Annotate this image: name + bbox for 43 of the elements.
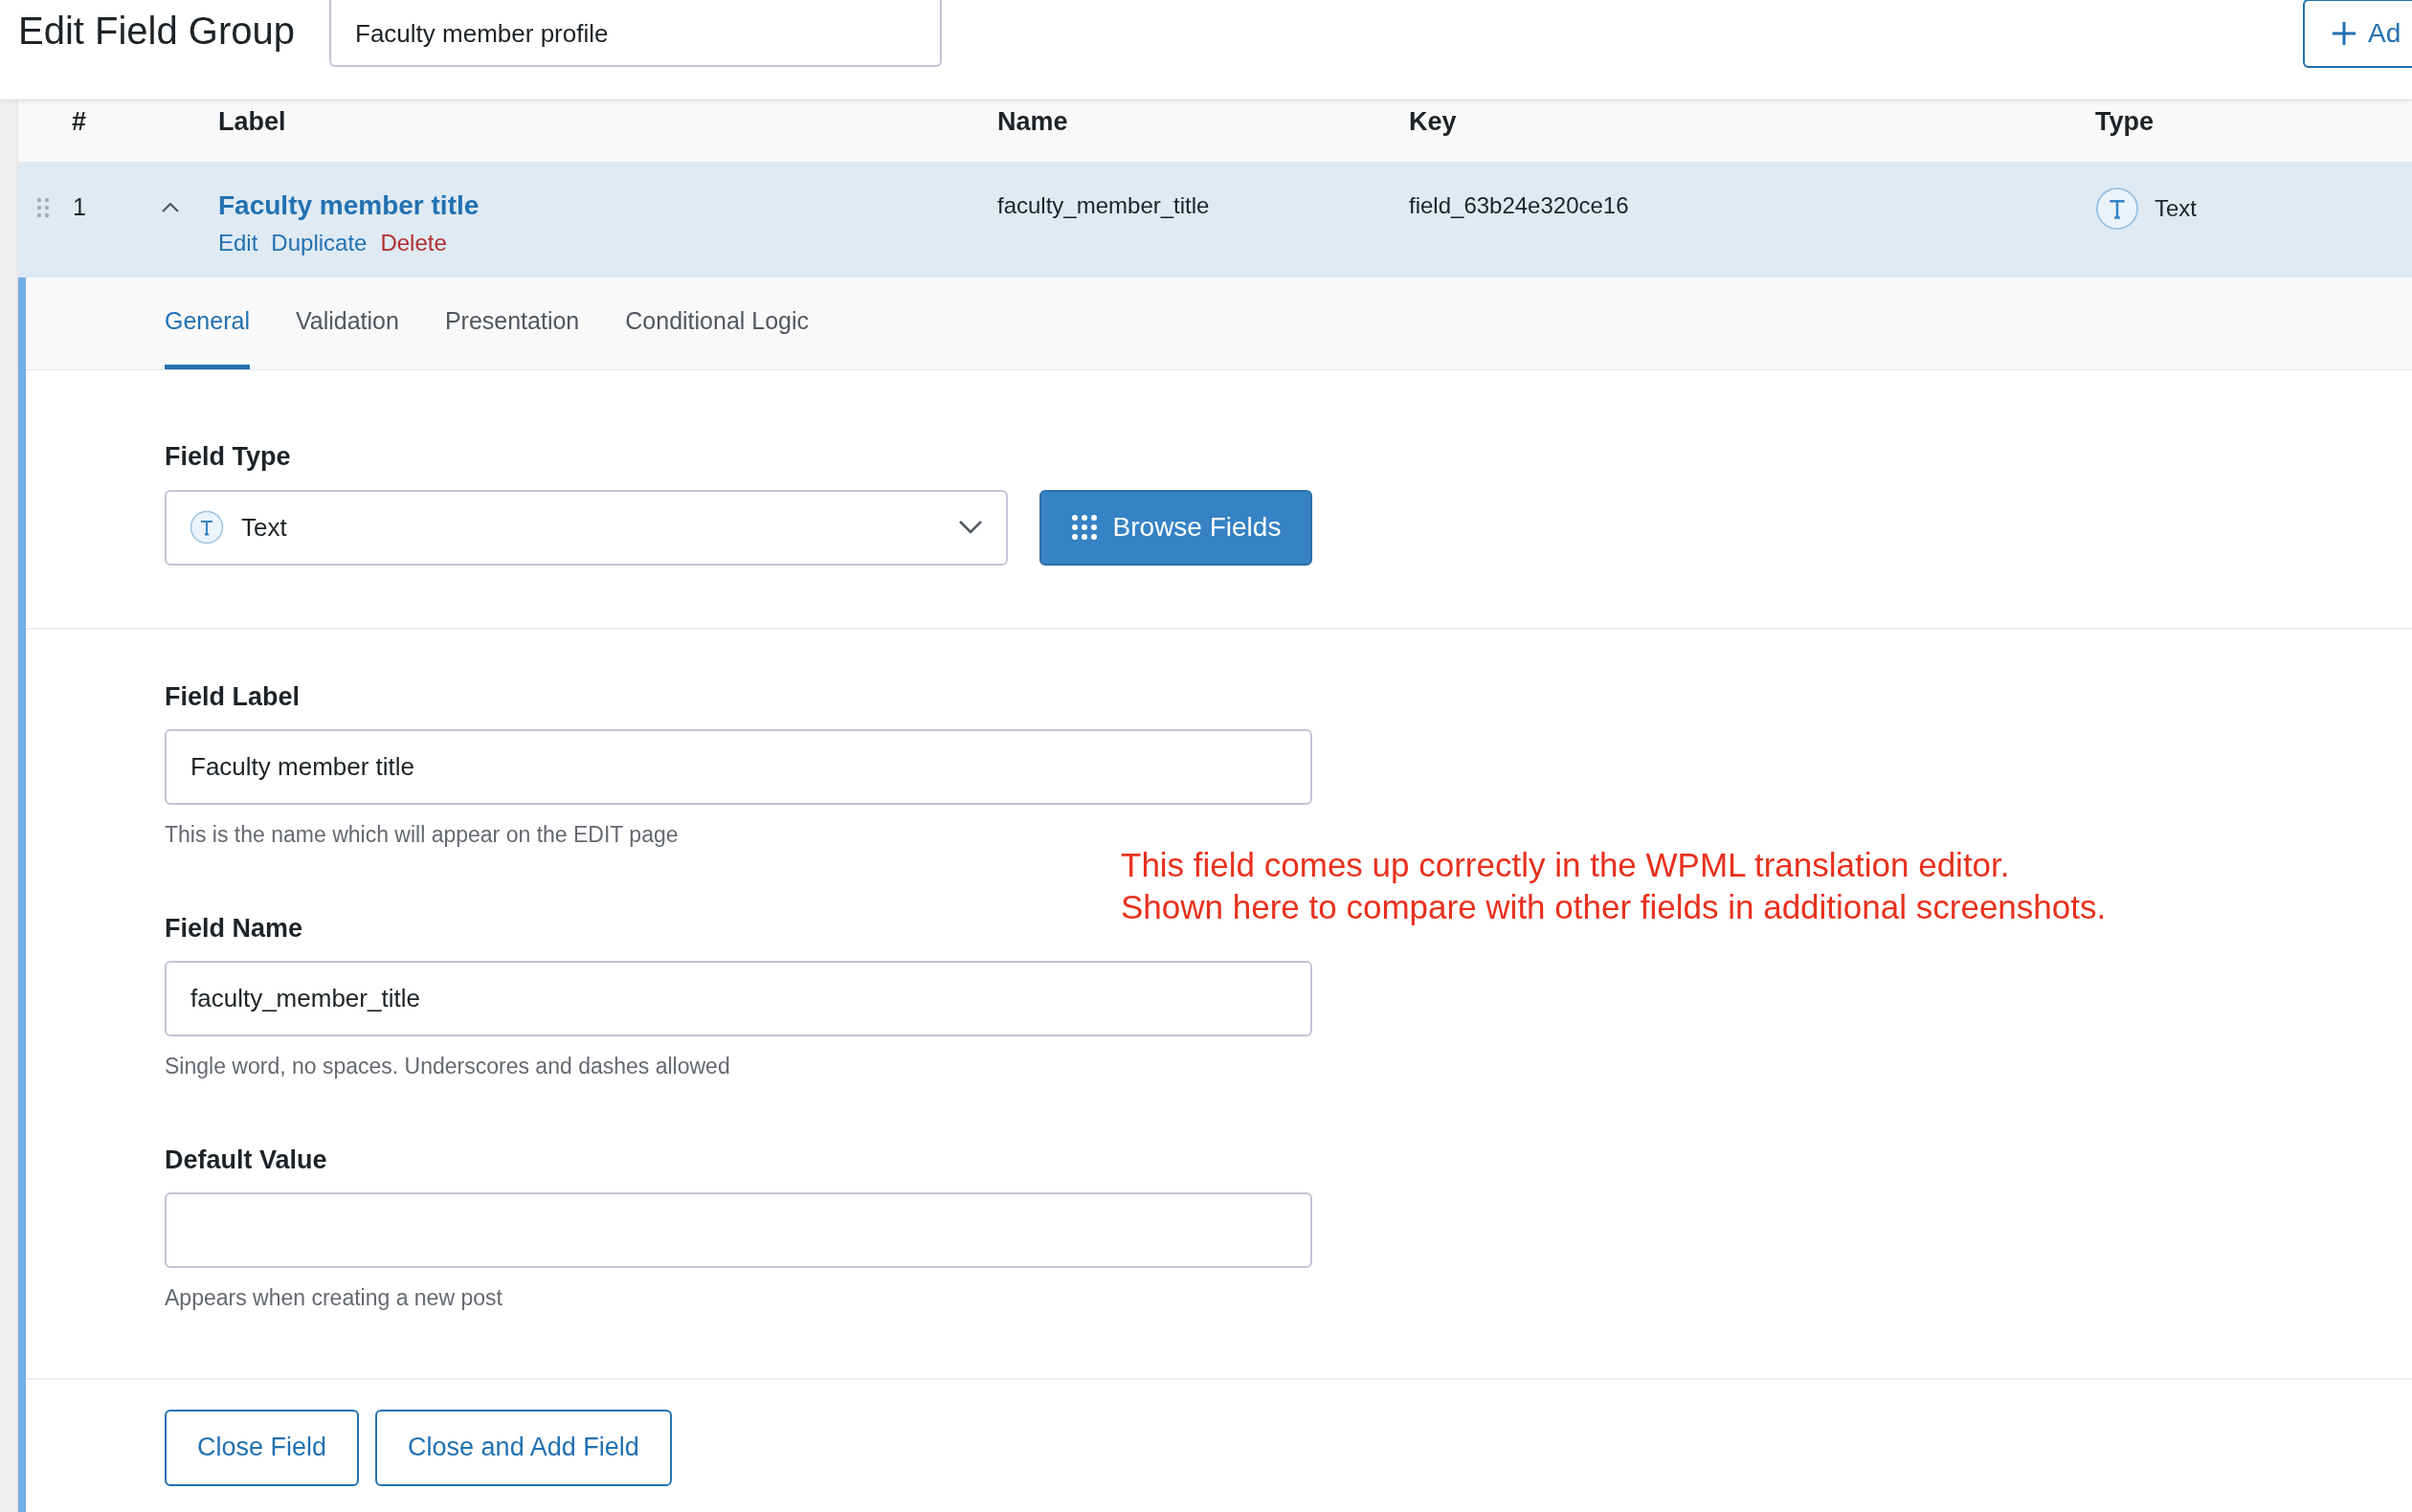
field-label: Field Label: [165, 680, 301, 713]
field-label: Field Type: [165, 441, 292, 473]
action-link[interactable]: Edit: [218, 226, 258, 260]
action-link[interactable]: Duplicate: [271, 226, 368, 260]
browse-fields-button[interactable]: Browse Fields: [1039, 489, 1312, 566]
tab[interactable]: Conditional Logic: [625, 278, 810, 369]
text-type-icon: [2095, 187, 2139, 231]
table-cell-text: field_63b24e320ce16: [1409, 191, 1630, 220]
page-title: Edit Field Group: [18, 9, 296, 54]
add-button[interactable]: Ad: [2303, 0, 2412, 68]
table-cell-text: Text: [2155, 194, 2197, 223]
field-row[interactable]: 1 Faculty member title Edit Duplicate Delete faculty_member_title field_63b24e320ce16 Text: [18, 163, 2412, 278]
field-label: Default Value: [165, 1144, 327, 1176]
row-number: 1: [73, 192, 86, 222]
text-type-icon: [190, 510, 224, 545]
tab[interactable]: Validation: [295, 278, 399, 369]
drag-handle-icon[interactable]: [36, 196, 50, 218]
footer-button[interactable]: Close and Add Field: [375, 1409, 672, 1486]
field-hint: Appears when creating a new post: [165, 1284, 502, 1312]
text-input[interactable]: [165, 1192, 1312, 1268]
annotation-text: Shown here to compare with other fields in additional screenshots.: [1121, 886, 2107, 927]
tab[interactable]: General: [165, 278, 250, 369]
text-input[interactable]: faculty_member_title: [165, 961, 1312, 1036]
field-hint: Single word, no spaces. Underscores and dashes allowed: [165, 1053, 730, 1080]
delete-link[interactable]: Delete: [380, 226, 447, 260]
column-header: #: [72, 107, 87, 136]
field-type-select[interactable]: Text: [165, 489, 1008, 566]
field-hint: This is the name which will appear on the EDIT page: [165, 821, 679, 849]
column-header: Key: [1409, 107, 1457, 136]
field-label-link[interactable]: Faculty member title: [218, 189, 997, 222]
table-cell-text: faculty_member_title: [997, 191, 1211, 220]
annotation-text: This field comes up correctly in the WPML translation editor.: [1121, 844, 2011, 885]
field-label: Field Name: [165, 912, 303, 945]
footer-button[interactable]: Close Field: [165, 1409, 360, 1486]
text-input[interactable]: Faculty member title: [165, 729, 1312, 805]
column-header: Name: [997, 107, 1068, 136]
group-title-input[interactable]: Faculty member profile: [329, 0, 943, 67]
column-header: Label: [218, 107, 286, 136]
column-header: Type: [2095, 107, 2154, 136]
grid-icon: [1070, 514, 1098, 541]
tab[interactable]: Presentation: [444, 278, 580, 369]
plus-icon: [2332, 20, 2356, 46]
chevron-down-icon: [958, 520, 983, 535]
